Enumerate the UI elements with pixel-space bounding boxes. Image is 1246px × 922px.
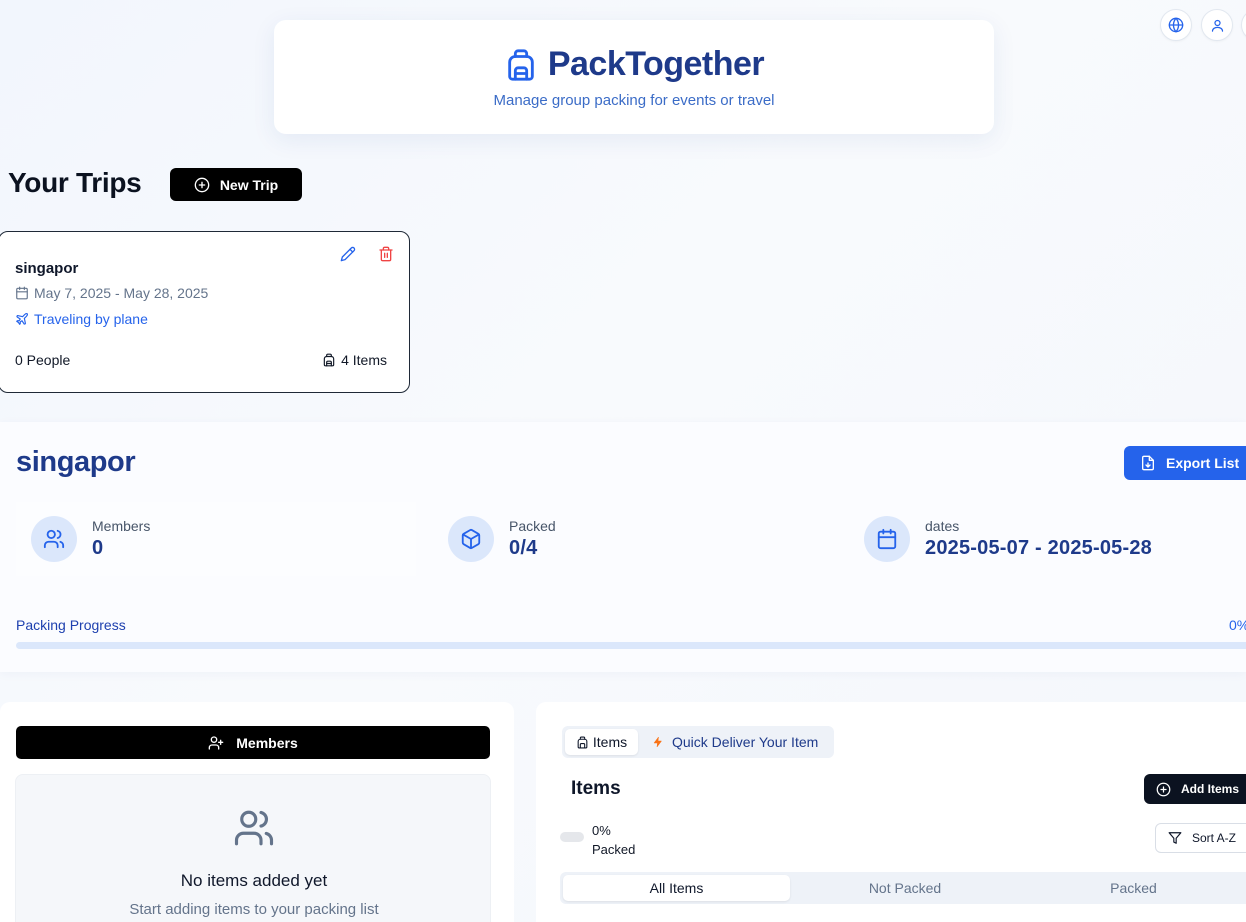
calendar-icon bbox=[877, 528, 897, 550]
items-packed-word: Packed bbox=[592, 842, 636, 857]
trash-icon bbox=[379, 246, 393, 262]
edit-trip-button[interactable] bbox=[340, 246, 356, 267]
trip-overview: singapor Export List Members 0 Packed 0/… bbox=[0, 422, 1246, 672]
delete-trip-button[interactable] bbox=[378, 246, 394, 267]
globe-icon bbox=[1168, 17, 1184, 33]
stat-value: 0 bbox=[92, 537, 104, 559]
user-plus-icon bbox=[208, 735, 224, 750]
trip-name: singapor bbox=[15, 260, 79, 277]
add-items-label: Add Items bbox=[1181, 782, 1240, 796]
pencil-icon bbox=[340, 246, 356, 262]
stat-members: Members 0 bbox=[16, 502, 416, 576]
items-progress-text: 0% Packed bbox=[592, 821, 635, 859]
stat-dates-icon-wrap bbox=[864, 516, 910, 562]
packing-progress-bar bbox=[16, 642, 1246, 649]
filter-all-items[interactable]: All Items bbox=[563, 875, 790, 901]
users-icon bbox=[43, 529, 65, 549]
file-download-icon bbox=[1142, 455, 1154, 471]
packing-progress-percent: 0% bbox=[1229, 617, 1246, 633]
items-progress-bar bbox=[560, 832, 584, 842]
members-panel: Members No items added yet Start adding … bbox=[0, 702, 514, 922]
filter-not-packed[interactable]: Not Packed bbox=[791, 875, 1019, 901]
tab-items[interactable]: Items bbox=[565, 729, 638, 755]
stat-members-icon-wrap bbox=[31, 516, 77, 562]
trips-heading: Your Trips bbox=[8, 167, 142, 198]
brand: PackTogether bbox=[504, 45, 765, 84]
new-trip-label: New Trip bbox=[219, 176, 279, 193]
backpack-icon bbox=[508, 48, 534, 81]
trip-items-count: 4 Items bbox=[322, 352, 387, 368]
stat-dates: dates 2025-05-07 - 2025-05-28 bbox=[849, 502, 1246, 576]
trip-card[interactable]: singapor May 7, 2025 - May 28, 2025 Trav… bbox=[0, 231, 410, 393]
stat-value: 2025-05-07 - 2025-05-28 bbox=[925, 537, 1152, 559]
sort-button[interactable]: Sort A-Z bbox=[1155, 823, 1246, 853]
plus-circle-icon bbox=[1156, 782, 1171, 796]
trip-items-text: 4 Items bbox=[341, 352, 387, 368]
backpack-icon bbox=[577, 736, 588, 748]
members-button-label: Members bbox=[236, 734, 298, 751]
stat-value: 0/4 bbox=[509, 537, 538, 559]
stat-label: dates bbox=[925, 518, 960, 534]
lightning-icon bbox=[653, 736, 662, 748]
app-title: PackTogether bbox=[547, 45, 765, 83]
app-subtitle: Manage group packing for events or trave… bbox=[493, 92, 775, 109]
members-button[interactable]: Members bbox=[16, 726, 490, 759]
trip-title: singapor bbox=[16, 446, 136, 478]
items-filter-tabs: All Items Not Packed Packed bbox=[560, 872, 1246, 904]
plus-circle-icon bbox=[194, 177, 210, 192]
members-empty-state: No items added yet Start adding items to… bbox=[15, 774, 491, 922]
packing-progress-label: Packing Progress bbox=[16, 617, 126, 633]
items-packed-percent: 0% bbox=[592, 823, 611, 838]
tab-quick-deliver[interactable]: Quick Deliver Your Item bbox=[652, 726, 818, 758]
tab-items-label: Items bbox=[592, 734, 628, 750]
profile-button[interactable] bbox=[1201, 9, 1233, 41]
stat-label: Members bbox=[92, 518, 151, 534]
extra-button[interactable] bbox=[1241, 9, 1246, 41]
items-title: Items bbox=[571, 778, 621, 799]
stat-label: Packed bbox=[509, 518, 556, 534]
trip-transport-text: Traveling by plane bbox=[34, 311, 148, 327]
trip-dates: May 7, 2025 - May 28, 2025 bbox=[15, 285, 208, 301]
calendar-icon bbox=[16, 286, 28, 300]
export-list-button[interactable]: Export List bbox=[1124, 446, 1246, 480]
user-icon bbox=[1211, 19, 1223, 32]
filter-icon bbox=[1168, 832, 1182, 844]
empty-state-title: No items added yet bbox=[180, 871, 328, 890]
trip-people-count: 0 People bbox=[15, 352, 71, 368]
language-button[interactable] bbox=[1160, 9, 1192, 41]
users-icon bbox=[234, 810, 274, 846]
items-tabs: Items Quick Deliver Your Item bbox=[562, 726, 834, 758]
plane-icon bbox=[16, 313, 28, 325]
box-icon bbox=[461, 528, 481, 550]
app-header: PackTogether Manage group packing for ev… bbox=[274, 20, 994, 134]
tab-quick-deliver-label: Quick Deliver Your Item bbox=[672, 734, 819, 750]
new-trip-button[interactable]: New Trip bbox=[170, 168, 302, 201]
empty-state-subtitle: Start adding items to your packing list bbox=[129, 901, 379, 918]
items-panel: Items Quick Deliver Your Item Items Add … bbox=[536, 702, 1246, 922]
sort-label: Sort A-Z bbox=[1192, 831, 1237, 845]
trip-transport: Traveling by plane bbox=[15, 311, 148, 327]
stat-packed-icon-wrap bbox=[448, 516, 494, 562]
backpack-icon bbox=[323, 353, 335, 367]
trip-dates-text: May 7, 2025 - May 28, 2025 bbox=[34, 285, 209, 301]
export-list-label: Export List bbox=[1166, 455, 1240, 471]
filter-packed[interactable]: Packed bbox=[1020, 875, 1246, 901]
stat-packed: Packed 0/4 bbox=[433, 502, 833, 576]
add-items-button[interactable]: Add Items bbox=[1144, 774, 1246, 804]
